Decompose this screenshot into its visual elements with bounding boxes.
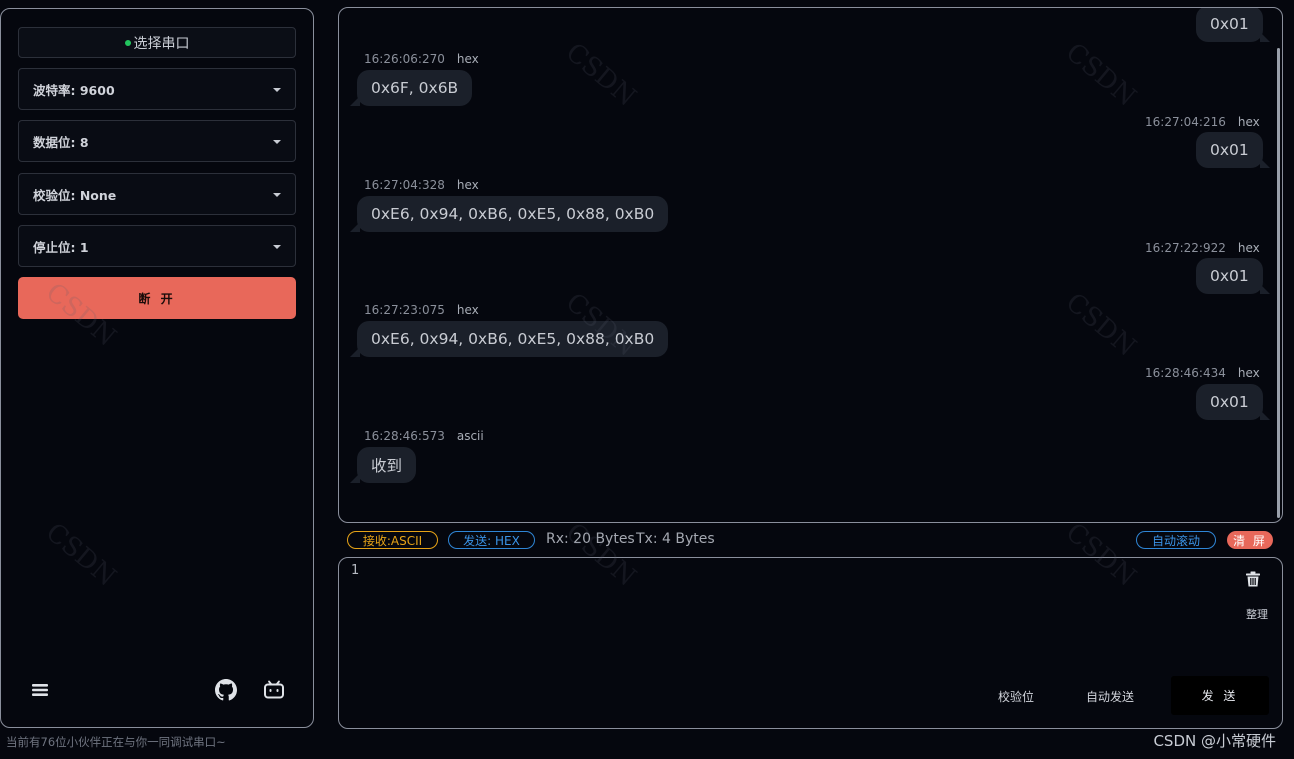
bilibili-icon[interactable] <box>263 679 285 701</box>
send-input-field[interactable]: 1 <box>351 563 359 578</box>
menu-icon[interactable] <box>29 679 51 701</box>
caret-down-icon <box>273 193 281 197</box>
caret-down-icon <box>273 140 281 144</box>
stop-bits-label: 停止位: 1 <box>33 239 89 255</box>
message-meta: 16:27:22:922 hex <box>1145 241 1260 255</box>
baud-rate-select[interactable]: 波特率: 9600 <box>18 68 296 110</box>
message-bubble-received: 0x6F, 0x6B <box>349 70 473 106</box>
message-timestamp: 16:27:04:216 <box>1145 115 1226 129</box>
message-timestamp: 16:28:46:434 <box>1145 366 1226 380</box>
message-meta: 16:27:04:328 hex <box>364 178 479 192</box>
baud-rate-label: 波特率: 9600 <box>33 82 115 98</box>
message-format: hex <box>456 52 479 66</box>
message-format: hex <box>1237 115 1260 129</box>
message-format: hex <box>1237 366 1260 380</box>
message-bubble-sent: 0x01 <box>1196 384 1270 420</box>
credit-watermark: CSDN @小常硬件 <box>1153 732 1276 750</box>
message-meta: 16:28:46:434 hex <box>1145 366 1260 380</box>
message-bubble-sent: 0x01 <box>1196 8 1270 42</box>
stop-bits-select[interactable]: 停止位: 1 <box>18 225 296 267</box>
data-bits-select[interactable]: 数据位: 8 <box>18 120 296 162</box>
sidebar: 选择串口 波特率: 9600 数据位: 8 校验位: None 停止位: 1 断… <box>0 8 314 728</box>
caret-down-icon <box>273 245 281 249</box>
rx-byte-count: Rx: 20 Bytes <box>546 531 635 547</box>
message-bubble-sent: 0x01 <box>1196 258 1270 294</box>
port-select-button[interactable]: 选择串口 <box>18 27 296 58</box>
tx-mode-toggle[interactable]: 发送: HEX <box>448 531 535 549</box>
disconnect-button[interactable]: 断 开 <box>18 277 296 319</box>
port-select-label: 选择串口 <box>133 35 190 52</box>
message-timestamp: 16:26:06:270 <box>364 52 445 66</box>
data-bits-label: 数据位: 8 <box>33 134 89 150</box>
github-icon[interactable] <box>215 679 237 701</box>
message-format: hex <box>456 303 479 317</box>
message-log-panel[interactable]: 0x01 16:26:06:270 hex 0x6F, 0x6B 16:27:04… <box>338 7 1283 523</box>
message-bubble-sent: 0x01 <box>1196 132 1270 168</box>
message-timestamp: 16:27:23:075 <box>364 303 445 317</box>
connected-status-dot <box>124 39 131 46</box>
message-bubble-received: 0xE6, 0x94, 0xB6, 0xE5, 0x88, 0xB0 <box>349 321 669 357</box>
send-button[interactable]: 发 送 <box>1171 676 1269 715</box>
checksum-button[interactable]: 校验位 <box>998 688 1034 705</box>
scrollbar[interactable] <box>1277 48 1280 518</box>
message-meta: 16:28:46:573 ascii <box>364 429 484 443</box>
message-format: hex <box>1237 241 1260 255</box>
message-meta: 16:26:06:270 hex <box>364 52 479 66</box>
parity-select[interactable]: 校验位: None <box>18 173 296 215</box>
auto-scroll-toggle[interactable]: 自动滚动 <box>1136 531 1216 549</box>
message-format: ascii <box>456 429 484 443</box>
caret-down-icon <box>273 88 281 92</box>
message-timestamp: 16:27:04:328 <box>364 178 445 192</box>
trash-icon[interactable] <box>1244 570 1262 588</box>
send-input-panel[interactable]: 1 整理 校验位 自动发送 发 送 <box>338 557 1283 729</box>
tidy-button[interactable]: 整理 <box>1246 606 1268 622</box>
parity-label: 校验位: None <box>33 187 117 203</box>
message-meta: 16:27:23:075 hex <box>364 303 479 317</box>
tx-byte-count: Tx: 4 Bytes <box>636 531 715 547</box>
message-meta: 16:27:04:216 hex <box>1145 115 1260 129</box>
rx-mode-toggle[interactable]: 接收:ASCII <box>347 531 438 549</box>
clear-screen-button[interactable]: 清 屏 <box>1227 531 1273 549</box>
online-users-text: 当前有76位小伙伴正在与你一同调试串口~ <box>6 735 226 749</box>
auto-send-button[interactable]: 自动发送 <box>1086 688 1134 705</box>
message-timestamp: 16:27:22:922 <box>1145 241 1226 255</box>
message-format: hex <box>456 178 479 192</box>
message-bubble-received: 收到 <box>349 447 417 483</box>
message-bubble-received: 0xE6, 0x94, 0xB6, 0xE5, 0x88, 0xB0 <box>349 196 669 232</box>
message-timestamp: 16:28:46:573 <box>364 429 445 443</box>
